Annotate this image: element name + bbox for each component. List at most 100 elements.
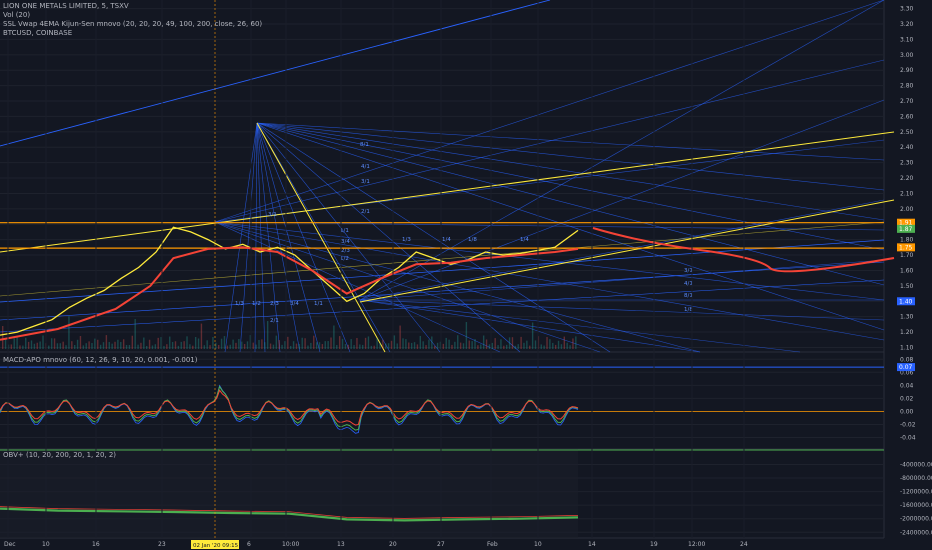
volume-bar-20 [59, 343, 61, 349]
y-tick-0-0: 3.30 [900, 6, 914, 13]
chart-stage[interactable]: 8/1 4/1 3/1 2/1 3/1 1/1 3/4 2/3 1/2 1/3 1/4 1/8 1/4 1… [0, 0, 932, 550]
volume-bar-28 [82, 345, 85, 349]
volume-bar-190 [549, 339, 551, 349]
volume-bar-194 [560, 344, 563, 349]
y-tick-0-21: 1.20 [900, 329, 914, 336]
fan-label-10: 1/4 [442, 237, 451, 243]
volume-bar-180 [520, 336, 522, 349]
y-tick-0-22: 1.10 [900, 344, 914, 351]
volume-bar-112 [324, 341, 326, 349]
volume-bar-185 [534, 340, 537, 349]
volume-bar-183 [529, 345, 531, 349]
volume-bar-199 [575, 336, 577, 349]
volume-bar-104 [301, 337, 303, 349]
volume-bar-101 [292, 341, 295, 349]
volume-bar-125 [362, 344, 364, 349]
legend-overlay: BTCUSD, COINBASE [3, 29, 73, 37]
volume-bar-130 [376, 338, 378, 349]
volume-bar-118 [341, 338, 344, 349]
fan-label-18: 2/1 [270, 318, 279, 324]
volume-bar-48 [140, 342, 142, 349]
volume-bar-57 [166, 344, 168, 349]
volume-bar-60 [174, 341, 177, 349]
volume-bar-53 [154, 344, 157, 349]
volume-bar-150 [434, 345, 436, 349]
volume-bar-121 [350, 339, 352, 349]
fan-label-9: 1/3 [402, 237, 411, 243]
volume-bar-74 [215, 342, 217, 349]
y-tick-2-3: -1600000.00 [900, 502, 932, 509]
y-tick-0-15: 1.80 [900, 237, 914, 244]
volume-bar-70 [203, 345, 205, 349]
volume-bar-109 [315, 342, 318, 349]
y-tick-1-4: 0.00 [900, 408, 914, 415]
y-tick-0-20: 1.30 [900, 314, 914, 321]
volume-bar-170 [491, 342, 493, 349]
volume-bar-182 [526, 340, 528, 349]
volume-bar-26 [76, 339, 79, 349]
volume-bar-95 [275, 335, 277, 349]
y-tick-1-5: -0.02 [900, 421, 916, 428]
volume-bar-196 [566, 342, 568, 349]
volume-bar-140 [405, 339, 407, 349]
volume-bar-11 [33, 343, 36, 349]
volume-bar-77 [223, 336, 226, 349]
volume-bar-96 [278, 340, 280, 349]
volume-bar-16 [48, 345, 50, 349]
fan-label-4: 3/1 [268, 212, 277, 218]
volume-bar-34 [99, 344, 102, 349]
volume-bar-94 [272, 344, 275, 349]
volume-bar-131 [379, 342, 381, 349]
volume-bar-122 [353, 345, 355, 349]
volume-bar-37 [108, 341, 110, 349]
volume-bar-80 [232, 339, 234, 349]
volume-bar-23 [68, 316, 70, 349]
volume-bar-154 [445, 337, 447, 349]
volume-bar-141 [408, 342, 410, 349]
volume-bar-8 [25, 337, 27, 349]
legend-vol: Vol (20) [3, 11, 31, 19]
y-tick-2-5: -2400000.00 [900, 529, 932, 536]
volume-bar-165 [477, 345, 479, 349]
volume-bar-128 [370, 345, 373, 349]
volume-bar-91 [264, 342, 266, 349]
volume-bar-174 [503, 345, 505, 349]
fan-label-1: 4/1 [361, 164, 370, 170]
volume-bar-0 [2, 326, 4, 349]
volume-bar-98 [284, 341, 286, 349]
volume-bar-68 [197, 338, 200, 349]
fan-label-0: 8/1 [360, 142, 369, 148]
volume-bar-143 [413, 342, 416, 349]
x-tick-12: 19 [650, 541, 658, 548]
volume-bar-132 [382, 339, 384, 349]
volume-bar-158 [457, 335, 459, 349]
volume-bar-46 [134, 319, 136, 349]
volume-bar-79 [229, 344, 231, 349]
volume-bar-38 [111, 343, 113, 349]
macd-tag: 0.07 [899, 364, 913, 371]
volume-bar-97 [281, 344, 283, 349]
x-tick-3: 23 [158, 541, 166, 548]
y-tick-0-8: 2.50 [900, 129, 914, 136]
volume-bar-99 [287, 336, 289, 349]
volume-bar-5 [16, 336, 18, 349]
volume-bar-129 [373, 345, 375, 349]
volume-bar-17 [50, 338, 53, 349]
volume-bar-157 [454, 341, 456, 349]
volume-bar-63 [183, 341, 185, 349]
volume-bar-103 [298, 344, 301, 349]
y-tick-0-10: 2.30 [900, 160, 914, 167]
volume-bar-115 [333, 325, 335, 349]
volume-bar-172 [497, 345, 499, 349]
volume-bar-9 [27, 341, 30, 349]
volume-bar-85 [246, 341, 249, 349]
volume-bar-133 [385, 343, 387, 349]
y-tick-1-0: 0.08 [900, 356, 914, 363]
volume-bar-107 [310, 342, 312, 349]
volume-bar-169 [488, 344, 491, 349]
x-tick-7: 20 [389, 541, 397, 548]
price-tag-1: 1.87 [899, 226, 913, 233]
volume-bar-187 [540, 344, 542, 349]
volume-bar-56 [163, 345, 165, 349]
volume-bar-189 [546, 337, 548, 349]
